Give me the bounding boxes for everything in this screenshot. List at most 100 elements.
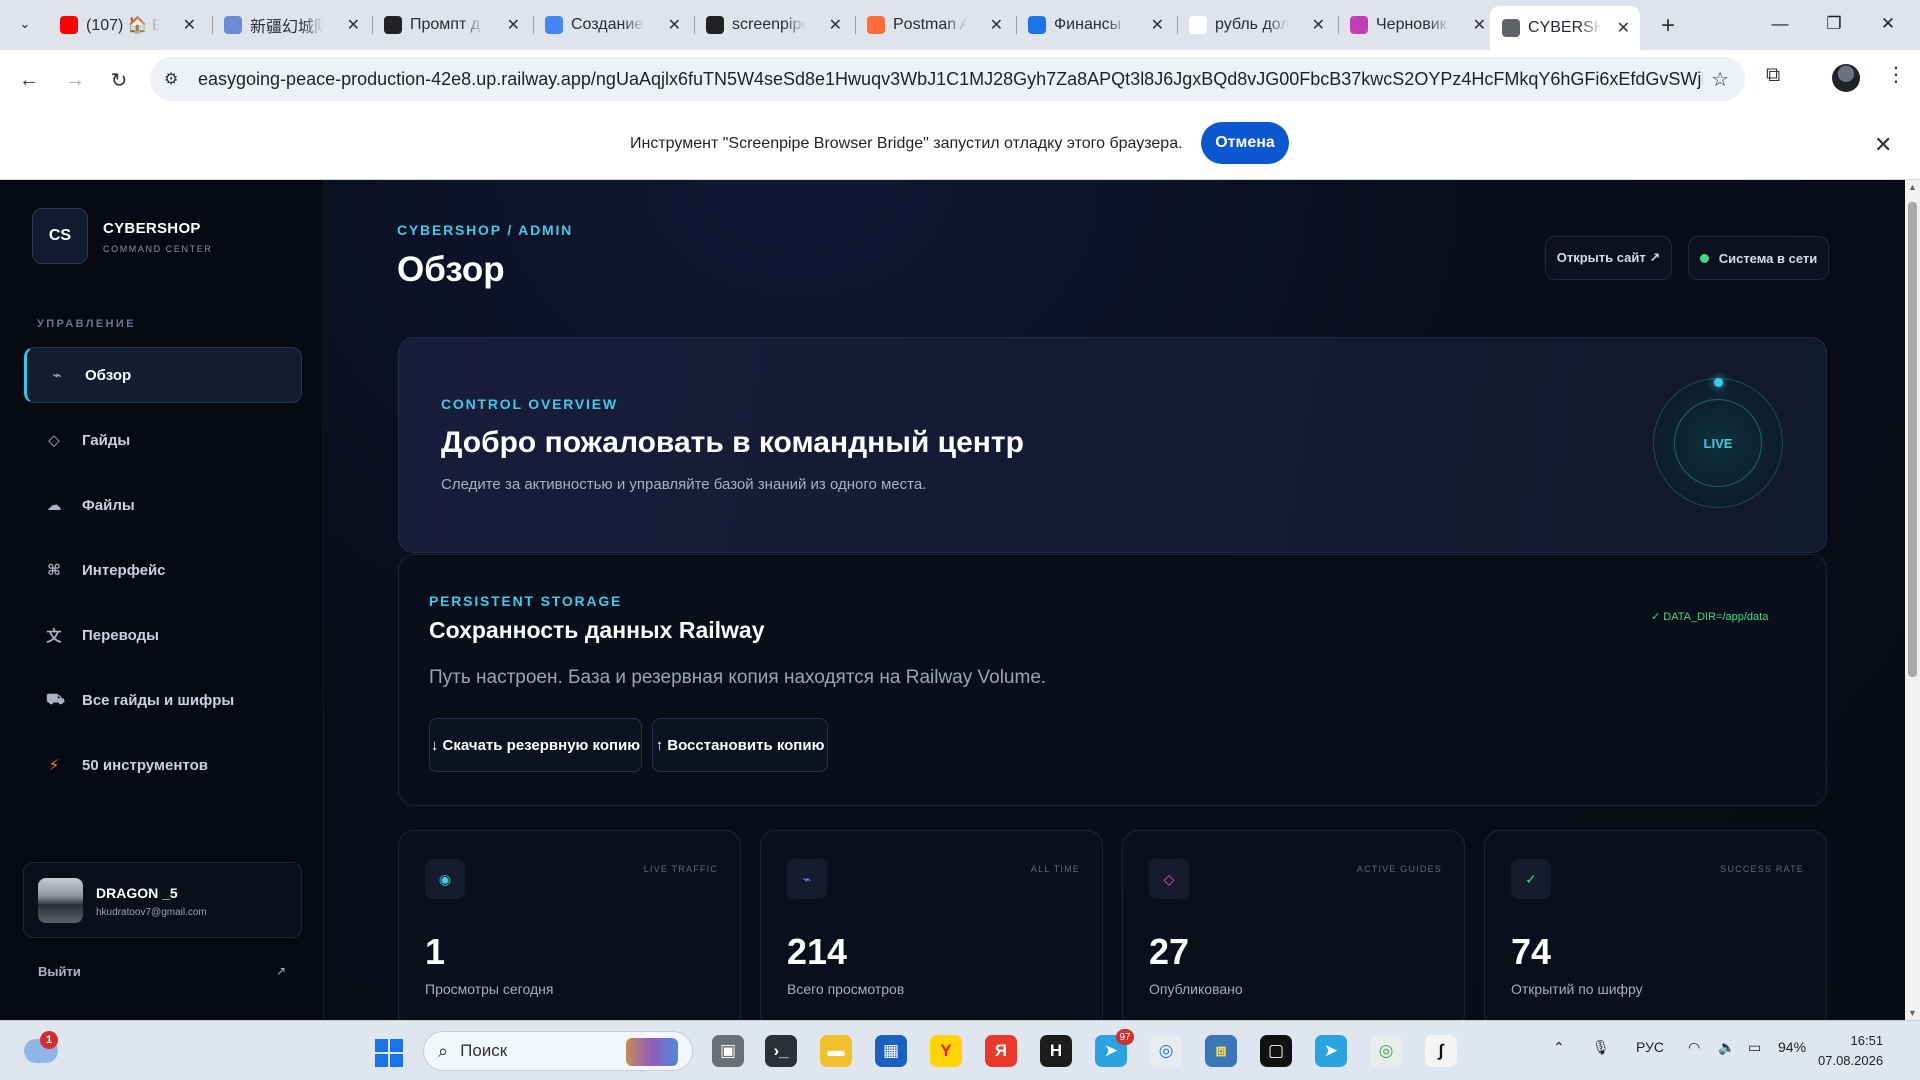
infobar-cancel-button[interactable]: Отмена: [1201, 122, 1289, 164]
scroll-up-icon[interactable]: ▲: [1908, 182, 1917, 192]
tab-close-icon[interactable]: ✕: [347, 15, 360, 35]
tab-close-icon[interactable]: ✕: [1617, 18, 1630, 38]
browser-tab[interactable]: Финансы ✕: [1016, 6, 1174, 44]
stat-card: ✓ SUCCESS RATE 74 Открытий по шифру: [1484, 830, 1827, 1020]
task-view-icon[interactable]: ▣: [712, 1035, 744, 1067]
battery-percent: 94%: [1778, 1039, 1807, 1055]
stat-card: ◉ LIVE TRAFFIC 1 Просмотры сегодня: [398, 830, 741, 1020]
avatar: [38, 878, 83, 923]
tab-close-icon[interactable]: ✕: [507, 15, 520, 35]
google-icon: [1189, 16, 1207, 34]
browser-tab[interactable]: (107) 🏠 B ✕: [48, 6, 206, 44]
stat-card: ◇ ACTIVE GUIDES 27 Опубликовано: [1122, 830, 1465, 1020]
minimize-icon[interactable]: —: [1760, 8, 1800, 40]
browser-tab[interactable]: рубль дол ✕: [1177, 6, 1335, 44]
extensions-icon[interactable]: ⧉: [1766, 64, 1780, 87]
infobar-close-icon[interactable]: ✕: [1874, 132, 1892, 158]
browser-tab[interactable]: Postman A ✕: [855, 6, 1013, 44]
terminal-icon[interactable]: ›_: [765, 1035, 797, 1067]
tab-close-icon[interactable]: ✕: [183, 15, 196, 35]
site-info-icon[interactable]: ⚙: [164, 69, 178, 89]
sidebar-item[interactable]: ◇ Гайды: [24, 412, 302, 468]
page-scrollbar[interactable]: ▲ ▼: [1905, 180, 1920, 1020]
tab-close-icon[interactable]: ✕: [1151, 15, 1164, 35]
taskbar-search[interactable]: ⌕ Поиск: [423, 1031, 693, 1071]
logout-arrow-icon[interactable]: ↗: [276, 964, 286, 978]
site-icon: [224, 16, 242, 34]
restore-backup-button[interactable]: ↑ Восстановить копию: [652, 718, 828, 772]
sidebar-item[interactable]: ⌁ Обзор: [24, 347, 302, 403]
user-card[interactable]: DRAGON _5 hkudratoov7@gmail.com: [23, 862, 302, 938]
stat-tag: ALL TIME: [1030, 864, 1080, 874]
reload-icon[interactable]: ↻: [104, 65, 134, 95]
open-site-button[interactable]: Открыть сайт ↗: [1545, 236, 1672, 280]
tab-title: Черновик: [1376, 16, 1447, 33]
battery-icon[interactable]: ▭: [1748, 1039, 1761, 1056]
tab-close-icon[interactable]: ✕: [668, 15, 681, 35]
browser-tab[interactable]: 新疆幻城际 ✕: [212, 6, 370, 44]
f-icon: [1028, 16, 1046, 34]
telegram-desktop-icon[interactable]: ➤: [1315, 1035, 1347, 1067]
forward-icon[interactable]: →: [60, 65, 90, 95]
wifi-icon[interactable]: ◠: [1688, 1039, 1700, 1056]
app-h-icon[interactable]: H: [1040, 1035, 1072, 1067]
tab-close-icon[interactable]: ✕: [990, 15, 1003, 35]
stat-label: Всего просмотров: [787, 981, 905, 997]
scrollbar-thumb[interactable]: [1908, 202, 1917, 677]
status-label: Система в сети: [1718, 250, 1818, 266]
windows-start-icon[interactable]: [375, 1039, 403, 1067]
stat-value: 74: [1511, 931, 1552, 972]
profile-avatar[interactable]: [1832, 64, 1860, 92]
browser-tab[interactable]: Промпт д ✕: [372, 6, 530, 44]
chrome-icon[interactable]: ◎: [1150, 1035, 1182, 1067]
browser-tab[interactable]: Черновик ✕: [1338, 6, 1496, 44]
sidebar-item-label: Гайды: [82, 431, 131, 449]
notion-icon[interactable]: ▢: [1260, 1035, 1292, 1067]
tab-title: CYBERSHO: [1528, 19, 1602, 36]
microphone-icon[interactable]: 🎙: [1592, 1039, 1610, 1056]
input-language[interactable]: РУС: [1636, 1039, 1664, 1055]
tray-overflow-icon[interactable]: ⌃: [1553, 1039, 1565, 1056]
browser-tab[interactable]: Создание ✕: [533, 6, 691, 44]
sidebar-item[interactable]: ☁ Файлы: [24, 477, 302, 533]
system-clock[interactable]: 16:51 07.08.2026: [1818, 1031, 1883, 1071]
brand-name: CYBERSHOP: [103, 220, 201, 237]
screenpipe-icon[interactable]: ∫: [1425, 1035, 1457, 1067]
stat-card: ⌁ ALL TIME 214 Всего просмотров: [760, 830, 1103, 1020]
address-bar[interactable]: ⚙ easygoing-peace-production-42e8.up.rai…: [150, 57, 1745, 101]
volume-icon[interactable]: 🔈: [1718, 1039, 1735, 1056]
command-icon: ⌘: [47, 562, 61, 579]
page-title: Обзор: [397, 250, 505, 289]
yandex-icon[interactable]: Я: [985, 1035, 1017, 1067]
sidebar-item[interactable]: ⚡ 50 инструментов: [24, 737, 302, 793]
tab-close-icon[interactable]: ✕: [829, 15, 842, 35]
restore-icon[interactable]: ❐: [1814, 8, 1854, 40]
new-tab-button[interactable]: +: [1652, 10, 1684, 42]
translate-icon: 文: [46, 627, 62, 645]
browser-menu-icon[interactable]: ⋮: [1886, 62, 1906, 87]
bookmark-star-icon[interactable]: ☆: [1711, 67, 1729, 92]
browser-tab[interactable]: CYBERSHO ✕: [1490, 6, 1640, 50]
download-backup-button[interactable]: ↓ Скачать резервную копию: [429, 718, 642, 772]
url-text[interactable]: easygoing-peace-production-42e8.up.railw…: [198, 69, 1703, 90]
chrome-profile-icon[interactable]: ◎: [1370, 1035, 1402, 1067]
back-icon[interactable]: ←: [14, 65, 44, 95]
file-explorer-icon[interactable]: ▬: [820, 1035, 852, 1067]
store-icon[interactable]: ▦: [875, 1035, 907, 1067]
sidebar-item[interactable]: ⌘ Интерфейс: [24, 542, 302, 598]
hero-title: Добро пожаловать в командный центр: [441, 426, 1024, 459]
python-icon[interactable]: ⧈: [1205, 1035, 1237, 1067]
close-window-icon[interactable]: ✕: [1868, 8, 1908, 40]
status-dot-icon: [1699, 253, 1709, 263]
tab-close-icon[interactable]: ✕: [1312, 15, 1325, 35]
logout-button[interactable]: Выйти: [38, 964, 81, 979]
scroll-down-icon[interactable]: ▼: [1908, 1008, 1917, 1018]
sidebar-item[interactable]: ⛟ Все гайды и шифры: [24, 672, 302, 728]
sidebar-item[interactable]: 文 Переводы: [24, 607, 302, 663]
tab-search-dropdown-icon[interactable]: ⌄: [11, 10, 39, 38]
tab-close-icon[interactable]: ✕: [1473, 15, 1486, 35]
yandex-browser-icon[interactable]: Y: [930, 1035, 962, 1067]
taskbar-search-placeholder: Поиск: [460, 1041, 508, 1060]
stat-label: Открытий по шифру: [1511, 981, 1643, 997]
browser-tab[interactable]: screenpipe ✕: [694, 6, 852, 44]
